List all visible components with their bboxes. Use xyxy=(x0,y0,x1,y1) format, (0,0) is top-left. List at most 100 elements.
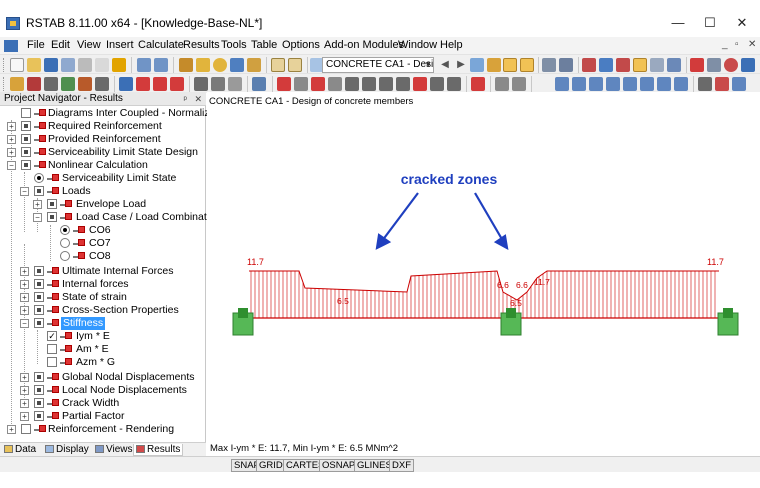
expand-icon[interactable]: + xyxy=(20,399,29,408)
y-icon[interactable] xyxy=(430,77,444,91)
radio-button[interactable] xyxy=(60,238,70,248)
result-diagram-icon[interactable] xyxy=(616,58,630,72)
tree-item-required-reinforcement[interactable]: + Required Reinforcement xyxy=(0,120,206,133)
tree-item-state-of-strain[interactable]: + State of strain xyxy=(0,291,206,304)
hinge-icon[interactable] xyxy=(78,77,92,91)
support-icon[interactable] xyxy=(61,77,75,91)
tree-item-envelope-load[interactable]: + Envelope Load xyxy=(0,198,206,211)
guideline-icon[interactable] xyxy=(228,77,242,91)
expand-icon[interactable]: + xyxy=(20,267,29,276)
support-left[interactable] xyxy=(232,308,254,336)
expand-icon[interactable]: + xyxy=(7,122,16,131)
new-file-icon[interactable] xyxy=(10,58,24,72)
report-icon[interactable] xyxy=(667,58,681,72)
checkbox[interactable] xyxy=(21,134,31,144)
tree-item-reinforcement-rendering[interactable]: + Reinforcement - Rendering xyxy=(0,423,206,436)
expand-icon[interactable]: + xyxy=(20,386,29,395)
menu-tools[interactable]: Tools xyxy=(221,39,247,51)
wind-icon[interactable] xyxy=(698,77,712,91)
edit-icon[interactable] xyxy=(179,58,193,72)
show-results-icon[interactable] xyxy=(503,58,517,72)
lines-icon[interactable] xyxy=(495,77,509,91)
doc-minimize-button[interactable]: _ xyxy=(722,39,728,50)
checkbox[interactable] xyxy=(47,199,57,209)
module-select[interactable]: CONCRETE CA1 - Design o▼ xyxy=(322,57,434,73)
checkbox-checked[interactable]: ✓ xyxy=(47,331,57,341)
tree-item-local-node-displacements[interactable]: + Local Node Displacements xyxy=(0,384,206,397)
checkbox[interactable] xyxy=(21,424,31,434)
tree-item-ultimate-internal-forces[interactable]: + Ultimate Internal Forces xyxy=(0,265,206,278)
search-icon[interactable] xyxy=(196,58,210,72)
zoom-icon[interactable] xyxy=(213,58,227,72)
tab-data[interactable]: Data xyxy=(4,444,36,456)
menu-results[interactable]: Results xyxy=(183,39,220,51)
tree-item-provided-reinforcement[interactable]: + Provided Reinforcement xyxy=(0,133,206,146)
checkbox[interactable] xyxy=(34,279,44,289)
panel-icon[interactable] xyxy=(650,58,664,72)
doc-restore-button[interactable]: ▫ xyxy=(735,39,739,50)
connect-icon[interactable] xyxy=(379,77,393,91)
expand-icon[interactable]: + xyxy=(20,412,29,421)
model-check-icon[interactable] xyxy=(230,58,244,72)
internal-force-n-icon[interactable] xyxy=(555,77,569,91)
scale-icon[interactable] xyxy=(345,77,359,91)
z-icon[interactable] xyxy=(447,77,461,91)
animation-icon[interactable] xyxy=(542,58,556,72)
navigator-view-icon[interactable] xyxy=(288,58,302,72)
deformation-icon[interactable] xyxy=(559,58,573,72)
internal-force-mt-icon[interactable] xyxy=(606,77,620,91)
internal-force-mz-icon[interactable] xyxy=(640,77,654,91)
rotate-icon[interactable] xyxy=(294,77,308,91)
tree-item-iym-e[interactable]: ✓ Iym * E xyxy=(0,330,206,343)
tree-item-loads[interactable]: − Loads xyxy=(0,185,206,198)
close-button[interactable]: ✕ xyxy=(724,12,760,34)
table-view-icon[interactable] xyxy=(271,58,285,72)
maximize-button[interactable]: ☐ xyxy=(692,12,728,34)
collapse-icon[interactable]: − xyxy=(33,213,42,222)
expand-icon[interactable]: + xyxy=(20,306,29,315)
checkbox[interactable] xyxy=(21,147,31,157)
checkbox[interactable] xyxy=(34,318,44,328)
extrude-icon[interactable] xyxy=(362,77,376,91)
transfer-icon[interactable] xyxy=(112,58,126,72)
tree-item-cross-section-properties[interactable]: + Cross-Section Properties xyxy=(0,304,206,317)
internal-force-my-icon[interactable] xyxy=(623,77,637,91)
doc-close-button[interactable]: ✕ xyxy=(748,39,756,50)
checkbox[interactable] xyxy=(47,357,57,367)
checkbox[interactable] xyxy=(47,344,57,354)
measure-icon[interactable] xyxy=(707,58,721,72)
tree-item-am-e[interactable]: Am * E xyxy=(0,343,206,356)
checkbox[interactable] xyxy=(34,385,44,395)
dxf-toggle[interactable]: DXF xyxy=(389,459,414,472)
tree-item-co7[interactable]: CO7 xyxy=(0,237,206,250)
support-middle[interactable] xyxy=(500,308,522,336)
toolbar-grip[interactable] xyxy=(3,77,6,91)
document-menu-icon[interactable] xyxy=(4,40,18,52)
check-mark-icon[interactable] xyxy=(471,77,485,91)
osnap-toggle[interactable]: OSNAP xyxy=(319,459,359,472)
nodal-load-icon[interactable] xyxy=(136,77,150,91)
menu-insert[interactable]: Insert xyxy=(106,39,134,51)
internal-force-pz-icon[interactable] xyxy=(657,77,671,91)
menu-add-on-modules[interactable]: Add-on Modules xyxy=(324,39,404,51)
tree-item-sls[interactable]: Serviceability Limit State xyxy=(0,172,206,185)
radio-button[interactable] xyxy=(60,225,70,235)
select-icon[interactable] xyxy=(10,77,24,91)
tab-results[interactable]: Results xyxy=(133,444,184,456)
tree-item-load-case-combination[interactable]: − Load Case / Load Combination xyxy=(0,211,221,224)
expand-icon[interactable]: + xyxy=(7,148,16,157)
checkbox[interactable] xyxy=(34,411,44,421)
tree-item-partial-factor[interactable]: + Partial Factor xyxy=(0,410,206,423)
checkbox[interactable] xyxy=(34,292,44,302)
tree-item-stiffness[interactable]: − Stiffness xyxy=(0,317,206,330)
isometric-view-icon[interactable] xyxy=(741,58,755,72)
radio-button[interactable] xyxy=(34,173,44,183)
radio-button[interactable] xyxy=(60,251,70,261)
load-icon[interactable] xyxy=(119,77,133,91)
copy-icon[interactable] xyxy=(252,77,266,91)
checkbox[interactable] xyxy=(21,121,31,131)
tree-item-diagrams[interactable]: Diagrams Inter Coupled - Normalized xyxy=(0,107,221,120)
mirror-icon[interactable] xyxy=(311,77,325,91)
member-icon[interactable] xyxy=(44,77,58,91)
tab-display[interactable]: Display xyxy=(45,444,89,456)
